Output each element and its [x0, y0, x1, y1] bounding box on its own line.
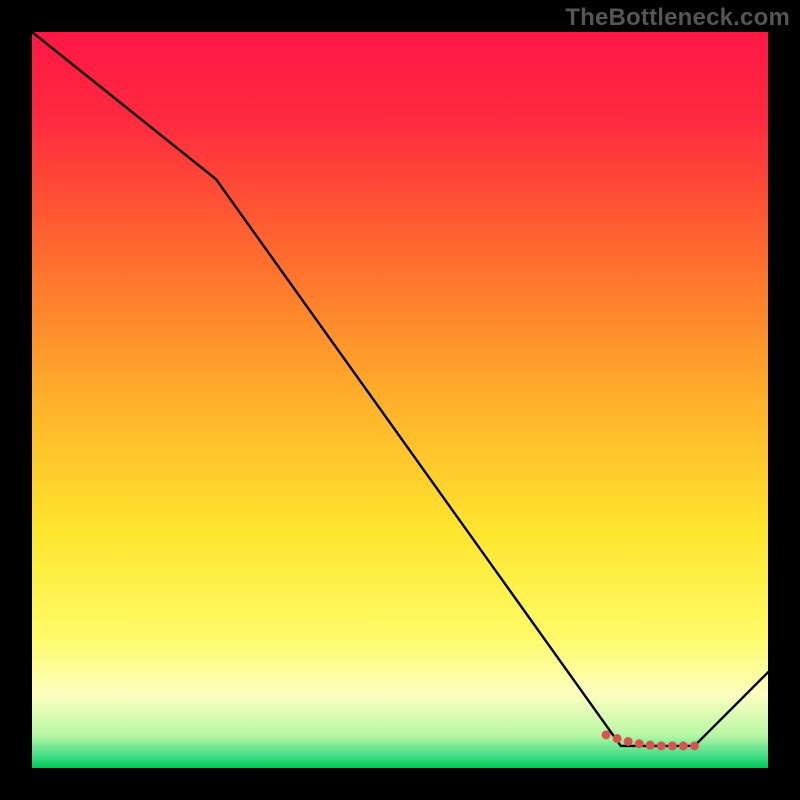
marker-dot: [613, 734, 622, 743]
marker-dot: [646, 741, 655, 750]
watermark-text: TheBottleneck.com: [565, 4, 790, 32]
marker-dot: [635, 739, 644, 748]
gradient-rect: [32, 32, 768, 768]
marker-dot: [679, 741, 688, 750]
chart-svg: [32, 32, 768, 768]
marker-dot: [668, 741, 677, 750]
marker-dot: [624, 737, 633, 746]
plot-area: [32, 32, 768, 768]
marker-dot: [657, 741, 666, 750]
marker-dot: [602, 730, 611, 739]
marker-dot: [690, 741, 699, 750]
chart-frame: TheBottleneck.com: [0, 0, 800, 800]
